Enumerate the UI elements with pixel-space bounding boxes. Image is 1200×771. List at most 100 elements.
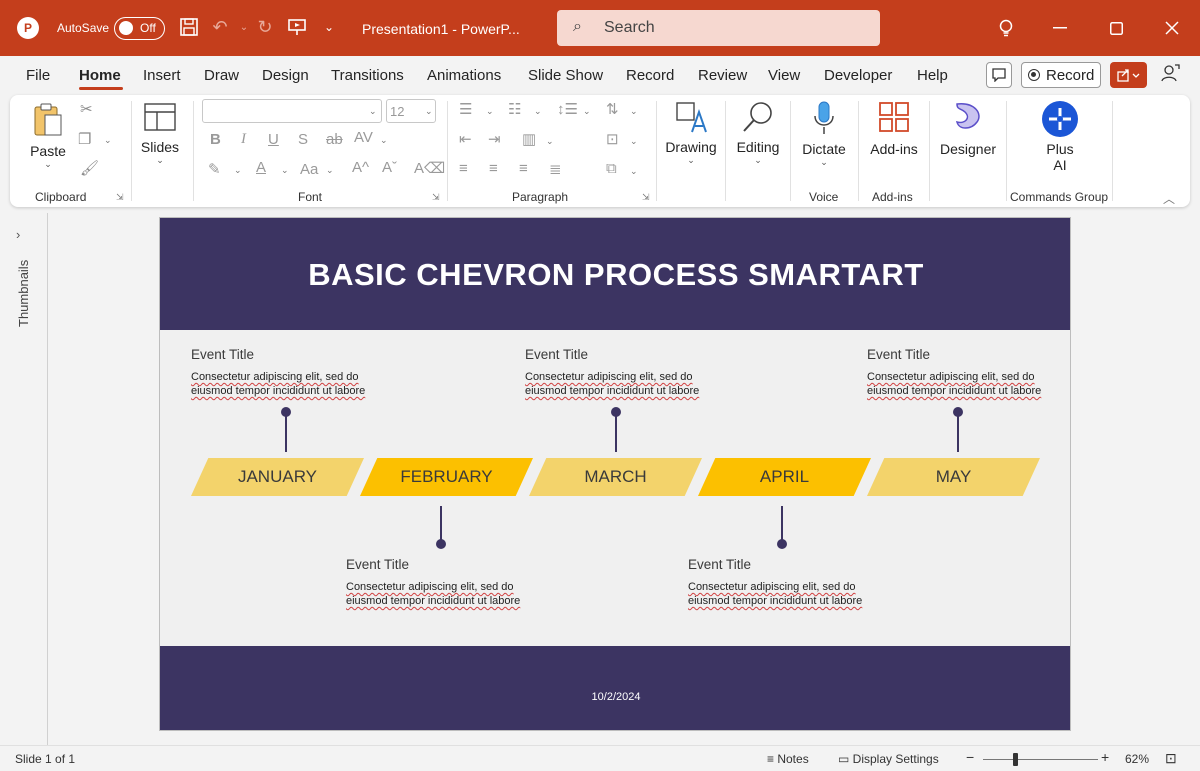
zoom-in-icon[interactable]: +	[1101, 749, 1109, 765]
event-title[interactable]: Event Title	[346, 557, 409, 572]
chevron-down-icon[interactable]: ⌄	[630, 166, 638, 177]
increase-indent-icon[interactable]: ⇥	[488, 130, 501, 148]
maximize-icon[interactable]	[1101, 14, 1131, 42]
underline-icon[interactable]: U	[268, 131, 279, 148]
undo-icon[interactable]: ↶	[207, 14, 233, 40]
decrease-font-size-icon[interactable]: Aˇ	[382, 159, 397, 176]
copy-dropdown-icon[interactable]: ⌄	[104, 135, 112, 146]
italic-icon[interactable]: I	[241, 131, 246, 148]
slide-date[interactable]: 10/2/2024	[160, 691, 1070, 703]
chevron-february[interactable]: FEBRUARY	[360, 458, 533, 496]
strikethrough-icon[interactable]: ab	[326, 131, 343, 148]
tab-help[interactable]: Help	[917, 67, 948, 84]
decrease-indent-icon[interactable]: ⇤	[459, 130, 472, 148]
plus-ai-button[interactable]: Plus AI	[1035, 100, 1085, 173]
event-title[interactable]: Event Title	[525, 347, 588, 362]
copy-icon[interactable]: ❐	[78, 130, 91, 148]
share-button[interactable]	[1110, 62, 1147, 88]
line-spacing-icon[interactable]: ↕☰	[557, 100, 578, 118]
chevron-down-icon[interactable]: ⌄	[380, 135, 388, 146]
chevron-down-icon[interactable]: ⌄	[326, 165, 334, 176]
event-description[interactable]: Consectetur adipiscing elit, sed do eius…	[525, 370, 725, 398]
tab-file[interactable]: File	[26, 67, 50, 84]
paste-button[interactable]: Paste ⌄	[28, 102, 68, 170]
chevron-down-icon[interactable]: ⌄	[486, 106, 494, 117]
editing-button[interactable]: Editing ⌄	[733, 100, 783, 166]
event-title[interactable]: Event Title	[688, 557, 751, 572]
tab-home[interactable]: Home	[79, 67, 121, 84]
slide-canvas[interactable]: BASIC CHEVRON PROCESS SMARTART Event Tit…	[159, 217, 1071, 731]
font-family-select[interactable]: ⌄	[202, 99, 382, 123]
tab-review[interactable]: Review	[698, 67, 747, 84]
tab-developer[interactable]: Developer	[824, 67, 892, 84]
minimize-icon[interactable]	[1045, 14, 1075, 42]
event-title[interactable]: Event Title	[191, 347, 254, 362]
event-description[interactable]: Consectetur adipiscing elit, sed do eius…	[867, 370, 1067, 398]
text-direction-icon[interactable]: ⇅	[606, 100, 619, 118]
lightbulb-icon[interactable]	[991, 14, 1021, 42]
dictate-button[interactable]: Dictate ⌄	[799, 100, 849, 168]
chevron-may[interactable]: MAY	[867, 458, 1040, 496]
align-right-icon[interactable]: ≡	[519, 160, 528, 177]
zoom-slider-track[interactable]	[983, 759, 1098, 760]
chevron-down-icon[interactable]: ⌄	[234, 165, 242, 176]
display-settings-button[interactable]: ▭ Display Settings	[838, 752, 939, 766]
tab-draw[interactable]: Draw	[204, 67, 239, 84]
tab-transitions[interactable]: Transitions	[331, 67, 404, 84]
shadow-icon[interactable]: S	[298, 131, 308, 148]
chevron-down-icon[interactable]: ⌄	[534, 106, 542, 117]
close-icon[interactable]	[1157, 14, 1187, 42]
redo-icon[interactable]: ↻	[252, 14, 278, 40]
character-spacing-icon[interactable]: AV	[354, 129, 373, 146]
designer-button[interactable]: Designer	[937, 100, 999, 157]
align-left-icon[interactable]: ≡	[459, 160, 468, 177]
chevron-down-icon[interactable]: ⌄	[630, 106, 638, 117]
drawing-button[interactable]: Drawing ⌄	[662, 100, 720, 166]
font-launcher-icon[interactable]: ⇲	[432, 192, 440, 203]
chevron-down-icon[interactable]: ⌄	[546, 136, 554, 147]
search-box[interactable]: ⌕ Search	[557, 10, 880, 46]
increase-font-size-icon[interactable]: A^	[352, 159, 369, 176]
event-description[interactable]: Consectetur adipiscing elit, sed do eius…	[346, 580, 546, 608]
font-color-icon[interactable]: A	[256, 159, 266, 176]
addins-button[interactable]: Add-ins	[866, 100, 922, 157]
customize-toolbar-icon[interactable]: ⌄	[316, 14, 342, 40]
chevron-down-icon[interactable]: ⌄	[583, 106, 591, 117]
save-icon[interactable]	[176, 14, 202, 40]
font-size-select[interactable]: 12 ⌄	[386, 99, 436, 123]
record-button[interactable]: Record	[1021, 62, 1101, 88]
thumbnails-label[interactable]: Thumbnails	[16, 260, 31, 327]
coauthoring-icon[interactable]	[1160, 63, 1180, 88]
bold-icon[interactable]: B	[210, 131, 221, 148]
zoom-slider-thumb[interactable]	[1013, 753, 1018, 766]
collapse-ribbon-icon[interactable]: ︿	[1163, 190, 1175, 207]
slides-button[interactable]: Slides ⌄	[140, 102, 180, 166]
event-description[interactable]: Consectetur adipiscing elit, sed do eius…	[688, 580, 888, 608]
smartart-convert-icon[interactable]: ⧉	[606, 160, 617, 177]
chevron-january[interactable]: JANUARY	[191, 458, 364, 496]
chevron-down-icon[interactable]: ⌄	[630, 136, 638, 147]
tab-record[interactable]: Record	[626, 67, 674, 84]
comments-button[interactable]	[986, 62, 1012, 88]
format-painter-icon[interactable]: 🖌	[80, 159, 99, 177]
align-text-icon[interactable]: ⊡	[606, 130, 619, 148]
slide-title[interactable]: BASIC CHEVRON PROCESS SMARTART	[160, 257, 1070, 293]
cut-icon[interactable]: ✂	[80, 100, 93, 118]
clear-formatting-icon[interactable]: A⌫	[414, 159, 445, 177]
chevron-march[interactable]: MARCH	[529, 458, 702, 496]
event-description[interactable]: Consectetur adipiscing elit, sed do eius…	[191, 370, 391, 398]
chevron-down-icon[interactable]: ⌄	[281, 165, 289, 176]
align-center-icon[interactable]: ≡	[489, 160, 498, 177]
tab-design[interactable]: Design	[262, 67, 309, 84]
fit-slide-icon[interactable]: ⊡	[1165, 750, 1177, 767]
tab-animations[interactable]: Animations	[427, 67, 501, 84]
present-icon[interactable]	[284, 14, 310, 40]
tab-view[interactable]: View	[768, 67, 800, 84]
tab-insert[interactable]: Insert	[143, 67, 181, 84]
autosave-toggle[interactable]: Off	[114, 17, 165, 40]
zoom-level[interactable]: 62%	[1125, 752, 1149, 766]
zoom-out-icon[interactable]: −	[966, 749, 974, 765]
highlighter-icon[interactable]: ✎	[208, 160, 221, 178]
tab-slide-show[interactable]: Slide Show	[528, 67, 603, 84]
notes-button[interactable]: ≡ Notes	[767, 752, 809, 766]
